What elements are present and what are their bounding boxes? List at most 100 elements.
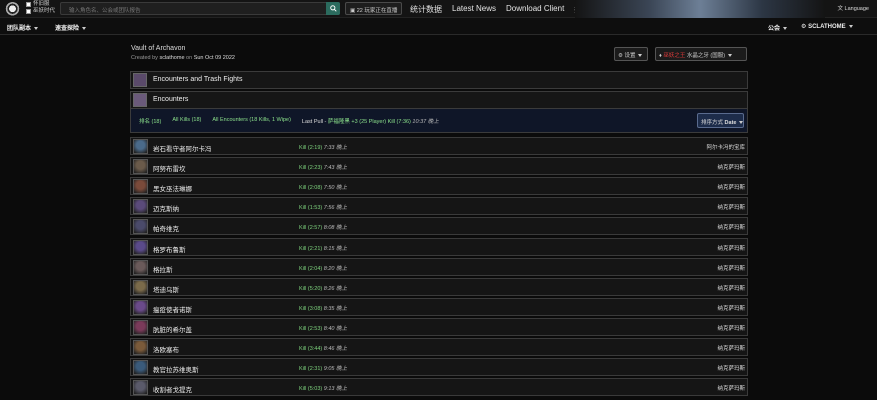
boss-name[interactable]: 格罗布鲁斯 xyxy=(153,244,186,254)
kill-info[interactable]: Kill (5:20) 8:26 晚上 xyxy=(299,284,347,292)
encounter-row[interactable]: 格罗布鲁斯 Kill (2:21) 8:15 晚上 纳克萨玛斯 xyxy=(130,237,748,256)
menu-dungeons[interactable]: 速查探险 xyxy=(55,23,87,32)
encounters-trash-panel[interactable]: Encounters and Trash Fights xyxy=(130,71,748,89)
boss-name[interactable]: 收割者戈提克 xyxy=(153,384,192,394)
site-logo-icon[interactable] xyxy=(5,2,20,17)
kill-info[interactable]: Kill (2:31) 9:05 晚上 xyxy=(299,364,347,372)
live-streams-button[interactable]: ▣ 22 玩家正在直播 xyxy=(345,2,403,15)
search-input[interactable]: 输入角色名、公会或团队报告 xyxy=(60,2,340,15)
zone-name: 纳克萨玛斯 xyxy=(717,165,745,172)
chat-icon: ▣ xyxy=(350,8,356,14)
zone-name: 纳克萨玛斯 xyxy=(717,346,745,352)
checkbox-icon[interactable] xyxy=(26,2,31,7)
kill-info[interactable]: Kill (1:53) 7:56 晚上 xyxy=(299,203,347,211)
zone-name: 纳克萨玛斯 xyxy=(717,386,745,393)
zone-name: 纳克萨玛斯 xyxy=(717,225,745,232)
secondary-nav: 团队副本 速查探险 公会 ⚙ SCLATHOME xyxy=(0,18,877,35)
search-button[interactable] xyxy=(326,2,340,15)
boss-name[interactable]: 帕奇维克 xyxy=(153,223,179,233)
chevron-down-icon xyxy=(728,54,733,58)
kill-info[interactable]: Kill (2:57) 8:08 晚上 xyxy=(299,223,347,231)
boss-portrait-icon xyxy=(133,380,148,396)
boss-name[interactable]: 格拉斯 xyxy=(153,264,173,274)
kill-info[interactable]: Kill (2:53) 8:40 晚上 xyxy=(299,324,347,332)
nav-link-stats[interactable]: 统计数据 xyxy=(410,4,442,15)
kill-info[interactable]: Kill (2:21) 8:15 晚上 xyxy=(299,244,347,252)
boss-portrait-icon xyxy=(133,159,148,175)
language-selector[interactable]: 文 Language xyxy=(837,4,869,12)
user-menu[interactable]: ⚙ SCLATHOME xyxy=(801,23,853,30)
translate-icon: 文 xyxy=(837,6,843,12)
report-meta: Created by sclathome on Sun Oct 09 2022 xyxy=(131,55,235,61)
encounter-row[interactable]: 格拉斯 Kill (2:04) 8:20 晚上 纳克萨玛斯 xyxy=(130,257,748,276)
boss-name[interactable]: 迈克斯纳 xyxy=(153,203,179,213)
boss-name[interactable]: 塔迪乌斯 xyxy=(153,284,179,294)
chevron-down-icon xyxy=(34,26,39,30)
gear-icon: ⚙ xyxy=(618,53,623,59)
boss-portrait-icon xyxy=(133,360,148,376)
checkbox-icon[interactable] xyxy=(26,9,31,14)
filter-all-encounters[interactable]: All Encounters (18 Kills, 1 Wipe) xyxy=(212,117,291,125)
encounters-panel[interactable]: Encounters xyxy=(130,91,748,109)
menu-raids[interactable]: 团队副本 xyxy=(7,23,39,32)
kill-info[interactable]: Kill (2:04) 8:20 晚上 xyxy=(299,264,347,272)
kill-info[interactable]: Kill (2:23) 7:43 晚上 xyxy=(299,163,347,171)
kill-info[interactable]: Kill (2:19) 7:33 晚上 xyxy=(299,143,347,151)
encounter-row[interactable]: 教官拉苏维奥斯 Kill (2:31) 9:05 晚上 纳克萨玛斯 xyxy=(130,358,748,377)
boss-name[interactable]: 肮脏的希尔盖 xyxy=(153,324,192,334)
encounter-row[interactable]: 瘟疫使者诺斯 Kill (3:08) 8:35 晚上 纳克萨玛斯 xyxy=(130,297,748,316)
filter-rankings[interactable]: 排名 (18) xyxy=(139,117,161,125)
boss-portrait-icon xyxy=(133,299,148,315)
filter-bar: 排名 (18) All Kills (18) All Encounters (1… xyxy=(130,109,748,133)
settings-button[interactable]: ⚙ 设置 xyxy=(614,47,648,61)
boss-portrait-icon xyxy=(133,340,148,355)
nav-link-download[interactable]: Download Client xyxy=(506,4,564,15)
boss-portrait-icon xyxy=(133,219,148,235)
zone-name: 纳克萨玛斯 xyxy=(717,305,745,312)
last-pull-link[interactable]: Last Pull - 萨福隆黑 +3 (25 Player) Kill (7:… xyxy=(302,117,439,125)
boss-name[interactable]: 瘟疫使者诺斯 xyxy=(153,304,192,314)
report-date: Sun Oct 09 2022 xyxy=(193,55,235,61)
zone-thumbnail-icon xyxy=(133,73,147,87)
banner-artwork xyxy=(575,0,825,18)
encounter-row[interactable]: 黑女巫法琳娜 Kill (2:08) 7:50 晚上 纳克萨玛斯 xyxy=(130,177,748,196)
faction-icon: ♦ xyxy=(659,53,662,59)
encounter-row[interactable]: 收割者戈提克 Kill (5:03) 9:13 晚上 纳克萨玛斯 xyxy=(130,378,748,397)
kill-info[interactable]: Kill (3:44) 8:46 晚上 xyxy=(299,344,347,352)
report-author-link[interactable]: sclathome xyxy=(159,55,184,61)
encounter-row[interactable]: 帕奇维克 Kill (2:57) 8:08 晚上 纳克萨玛斯 xyxy=(130,217,748,236)
boss-portrait-icon xyxy=(133,259,148,275)
encounter-row[interactable]: 迈克斯纳 Kill (1:53) 7:56 晚上 纳克萨玛斯 xyxy=(130,197,748,216)
boss-name[interactable]: 岩石看守者阿尔卡冯 xyxy=(153,143,212,153)
user-icon: ⚙ xyxy=(801,24,807,30)
encounter-row[interactable]: 岩石看守者阿尔卡冯 Kill (2:19) 7:33 晚上 阿尔卡冯的宝库 xyxy=(130,137,748,155)
zone-thumbnail-icon xyxy=(133,93,147,107)
boss-name[interactable]: 教官拉苏维奥斯 xyxy=(153,364,199,374)
zone-name: 纳克萨玛斯 xyxy=(717,185,745,192)
chevron-down-icon xyxy=(848,24,853,28)
search-icon xyxy=(329,5,337,12)
nav-link-news[interactable]: Latest News xyxy=(452,4,496,15)
report-title: Vault of Archavon xyxy=(131,45,186,52)
encounter-row[interactable]: 肮脏的希尔盖 Kill (2:53) 8:40 晚上 纳克萨玛斯 xyxy=(130,317,748,336)
kill-info[interactable]: Kill (5:03) 9:13 晚上 xyxy=(299,384,347,392)
zone-name: 纳克萨玛斯 xyxy=(717,265,745,272)
expansion-toggle-wotlk[interactable]: 巫妖时代 xyxy=(26,8,55,15)
boss-name[interactable]: 阿努布雷坎 xyxy=(153,163,186,173)
boss-portrait-icon xyxy=(133,239,148,255)
boss-name[interactable]: 洛欧塞布 xyxy=(153,344,179,354)
boss-name[interactable]: 黑女巫法琳娜 xyxy=(153,183,192,193)
filter-all-kills[interactable]: All Kills (18) xyxy=(172,117,201,125)
zone-name: 纳克萨玛斯 xyxy=(717,366,745,373)
boss-portrait-icon xyxy=(133,319,148,335)
sort-dropdown[interactable]: 排序方式 Date xyxy=(697,113,744,128)
kill-info[interactable]: Kill (3:08) 8:35 晚上 xyxy=(299,304,347,312)
encounter-row[interactable]: 洛欧塞布 Kill (3:44) 8:46 晚上 纳克萨玛斯 xyxy=(130,338,748,356)
menu-guild[interactable]: 公会 xyxy=(768,23,788,32)
encounter-row[interactable]: 阿努布雷坎 Kill (2:23) 7:43 晚上 纳克萨玛斯 xyxy=(130,157,748,176)
kill-info[interactable]: Kill (2:08) 7:50 晚上 xyxy=(299,183,347,191)
expansion-toggle-classic[interactable]: 怀旧服 xyxy=(26,1,55,8)
encounter-row[interactable]: 塔迪乌斯 Kill (5:20) 8:26 晚上 纳克萨玛斯 xyxy=(130,277,748,296)
expansion-toggles: 怀旧服 巫妖时代 xyxy=(26,1,55,15)
realm-selector[interactable]: ♦ 巫妖之王 水晶之牙 (国服) xyxy=(655,47,747,61)
